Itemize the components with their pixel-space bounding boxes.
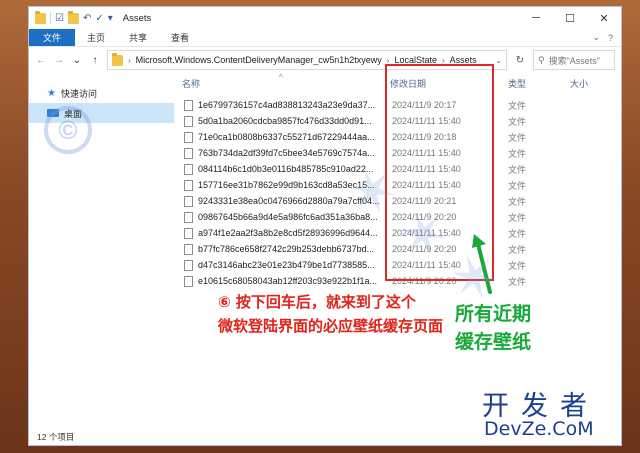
window-title: Assets bbox=[122, 12, 152, 24]
pin-icon[interactable]: ✓ bbox=[95, 13, 103, 24]
undo-icon[interactable]: ↶ bbox=[83, 13, 91, 24]
file-name: 084114b6c1d0b3e0116b485785c910ad22... bbox=[198, 164, 374, 174]
file-type: 文件 bbox=[508, 212, 527, 223]
expand-ribbon-icon[interactable]: ⌄ bbox=[592, 32, 600, 43]
tab-view[interactable]: 查看 bbox=[159, 29, 201, 46]
file-name-cell: 1e6799736157c4ad838813243a23e9da37... bbox=[174, 99, 382, 111]
file-name-cell: a974f1e2aa2f3a8b2e8cd5f28936996d9644... bbox=[174, 227, 382, 239]
file-name: a974f1e2aa2f3a8b2e8cd5f28936996d9644... bbox=[198, 228, 378, 238]
window-controls: ─ ☐ ✕ bbox=[519, 7, 621, 29]
content-area: ★ 快速访问 桌面 ^ 名称 修改日期 类型 大小 1e6799736157c4… bbox=[29, 73, 621, 429]
file-type: 文件 bbox=[508, 180, 527, 191]
maximize-button[interactable]: ☐ bbox=[553, 7, 587, 29]
search-icon: ⚲ bbox=[538, 54, 545, 65]
file-name: 763b734da2df39fd7c5bee34e5769c7574a... bbox=[198, 148, 375, 158]
folder-icon bbox=[35, 10, 46, 24]
recent-locations-icon[interactable]: ⌄ bbox=[71, 55, 83, 66]
green-annotation-line2: 缓存壁纸 bbox=[455, 331, 532, 353]
file-name-cell: 763b734da2df39fd7c5bee34e5769c7574a... bbox=[174, 147, 382, 159]
copyright-watermark-icon: © bbox=[44, 106, 92, 154]
tab-file[interactable]: 文件 bbox=[29, 29, 76, 46]
minimize-button[interactable]: ─ bbox=[519, 7, 553, 29]
search-placeholder: 搜索"Assets" bbox=[548, 55, 600, 66]
breadcrumb-contentdeliverymanager[interactable]: Microsoft.Windows.ContentDeliveryManager… bbox=[136, 55, 382, 65]
back-arrow-icon[interactable]: ← bbox=[35, 55, 47, 66]
star-icon: ★ bbox=[47, 87, 56, 99]
file-name: b77fc786ce658f2742c29b253debb6737bd... bbox=[198, 244, 375, 254]
up-arrow-icon[interactable]: ↑ bbox=[89, 55, 101, 66]
tab-home[interactable]: 主页 bbox=[75, 29, 117, 46]
file-type: 文件 bbox=[508, 244, 527, 255]
file-name: 71e0ca1b0808b6337c55271d67229444aa... bbox=[198, 132, 375, 142]
new-folder-icon[interactable] bbox=[67, 10, 79, 24]
address-dropdown-icon[interactable]: ⌄ bbox=[495, 56, 502, 65]
forward-arrow-icon[interactable]: → bbox=[53, 55, 65, 66]
red-annotation: ⑥ 按下回车后，就来到了这个 微软登陆界面的必应壁纸缓存页面 bbox=[218, 290, 443, 338]
column-header-name[interactable]: 名称 bbox=[174, 77, 382, 90]
title-bar: ☑ ↶ ✓ ▾ Assets ─ ☐ ✕ bbox=[29, 7, 621, 29]
file-icon bbox=[184, 227, 193, 239]
file-icon bbox=[184, 259, 193, 271]
file-type: 文件 bbox=[508, 196, 527, 207]
file-name-cell: 71e0ca1b0808b6337c55271d67229444aa... bbox=[174, 131, 382, 143]
file-icon bbox=[184, 243, 193, 255]
ribbon-right-controls: ⌄ ? bbox=[592, 29, 621, 46]
file-name: 1e6799736157c4ad838813243a23e9da37... bbox=[198, 100, 376, 110]
folder-icon bbox=[112, 52, 123, 66]
properties-icon[interactable]: ☑ bbox=[55, 13, 64, 24]
file-icon bbox=[184, 195, 193, 207]
file-name: d47c3146abc23e01e23b479be1d7738585... bbox=[198, 260, 375, 270]
file-name-cell: 084114b6c1d0b3e0116b485785c910ad22... bbox=[174, 163, 382, 175]
file-icon bbox=[184, 115, 193, 127]
help-icon[interactable]: ? bbox=[608, 33, 613, 43]
file-name-cell: e10615c68058043ab12ff203c93e922b1f1a... bbox=[174, 275, 382, 287]
ribbon-tabs: 文件 主页 共享 查看 ⌄ ? bbox=[29, 29, 621, 47]
column-header-size[interactable]: 大小 bbox=[560, 77, 600, 90]
refresh-icon[interactable]: ↻ bbox=[513, 55, 527, 66]
file-type: 文件 bbox=[508, 148, 527, 159]
sort-caret-icon: ^ bbox=[279, 73, 283, 82]
file-icon bbox=[184, 99, 193, 111]
nav-item-label: 快速访问 bbox=[60, 88, 97, 99]
file-type: 文件 bbox=[508, 116, 527, 127]
breadcrumb-separator[interactable]: › bbox=[128, 56, 131, 65]
file-icon bbox=[184, 131, 193, 143]
file-type: 文件 bbox=[508, 228, 527, 239]
file-name-cell: b77fc786ce658f2742c29b253debb6737bd... bbox=[174, 243, 382, 255]
file-type: 文件 bbox=[508, 164, 527, 175]
red-annotation-line2: 微软登陆界面的必应壁纸缓存页面 bbox=[218, 317, 444, 335]
item-count: 12 个项目 bbox=[37, 432, 75, 442]
file-type: 文件 bbox=[508, 132, 527, 143]
red-annotation-line1: ⑥ 按下回车后，就来到了这个 bbox=[218, 293, 416, 311]
file-name-cell: 5d0a1ba2060cdcba9857fc476d33dd0d91... bbox=[174, 115, 382, 127]
file-name-cell: d47c3146abc23e01e23b479be1d7738585... bbox=[174, 259, 382, 271]
brand-watermark: 开发者 DevZe.CoM bbox=[470, 380, 630, 444]
close-button[interactable]: ✕ bbox=[587, 7, 621, 29]
address-row: ← → ⌄ ↑ › Microsoft.Windows.ContentDeliv… bbox=[29, 47, 621, 73]
brand-name-en: DevZe.CoM bbox=[484, 418, 594, 440]
customize-toolbar-icon[interactable]: ▾ bbox=[108, 13, 113, 24]
file-name: e10615c68058043ab12ff203c93e922b1f1a... bbox=[198, 276, 378, 286]
file-icon bbox=[184, 211, 193, 223]
search-box[interactable]: ⚲ 搜索"Assets" bbox=[533, 50, 615, 70]
file-icon bbox=[184, 147, 193, 159]
tab-share[interactable]: 共享 bbox=[117, 29, 159, 46]
column-header-type[interactable]: 类型 bbox=[498, 77, 560, 90]
file-icon bbox=[184, 179, 193, 191]
file-icon bbox=[184, 275, 193, 287]
toolbar-divider bbox=[50, 12, 51, 24]
quick-access-toolbar: ☑ ↶ ✓ ▾ bbox=[29, 10, 113, 24]
file-icon bbox=[184, 163, 193, 175]
file-name: 5d0a1ba2060cdcba9857fc476d33dd0d91... bbox=[198, 116, 372, 126]
file-type: 文件 bbox=[508, 100, 527, 111]
nav-item-quick-access[interactable]: ★ 快速访问 bbox=[29, 83, 174, 103]
